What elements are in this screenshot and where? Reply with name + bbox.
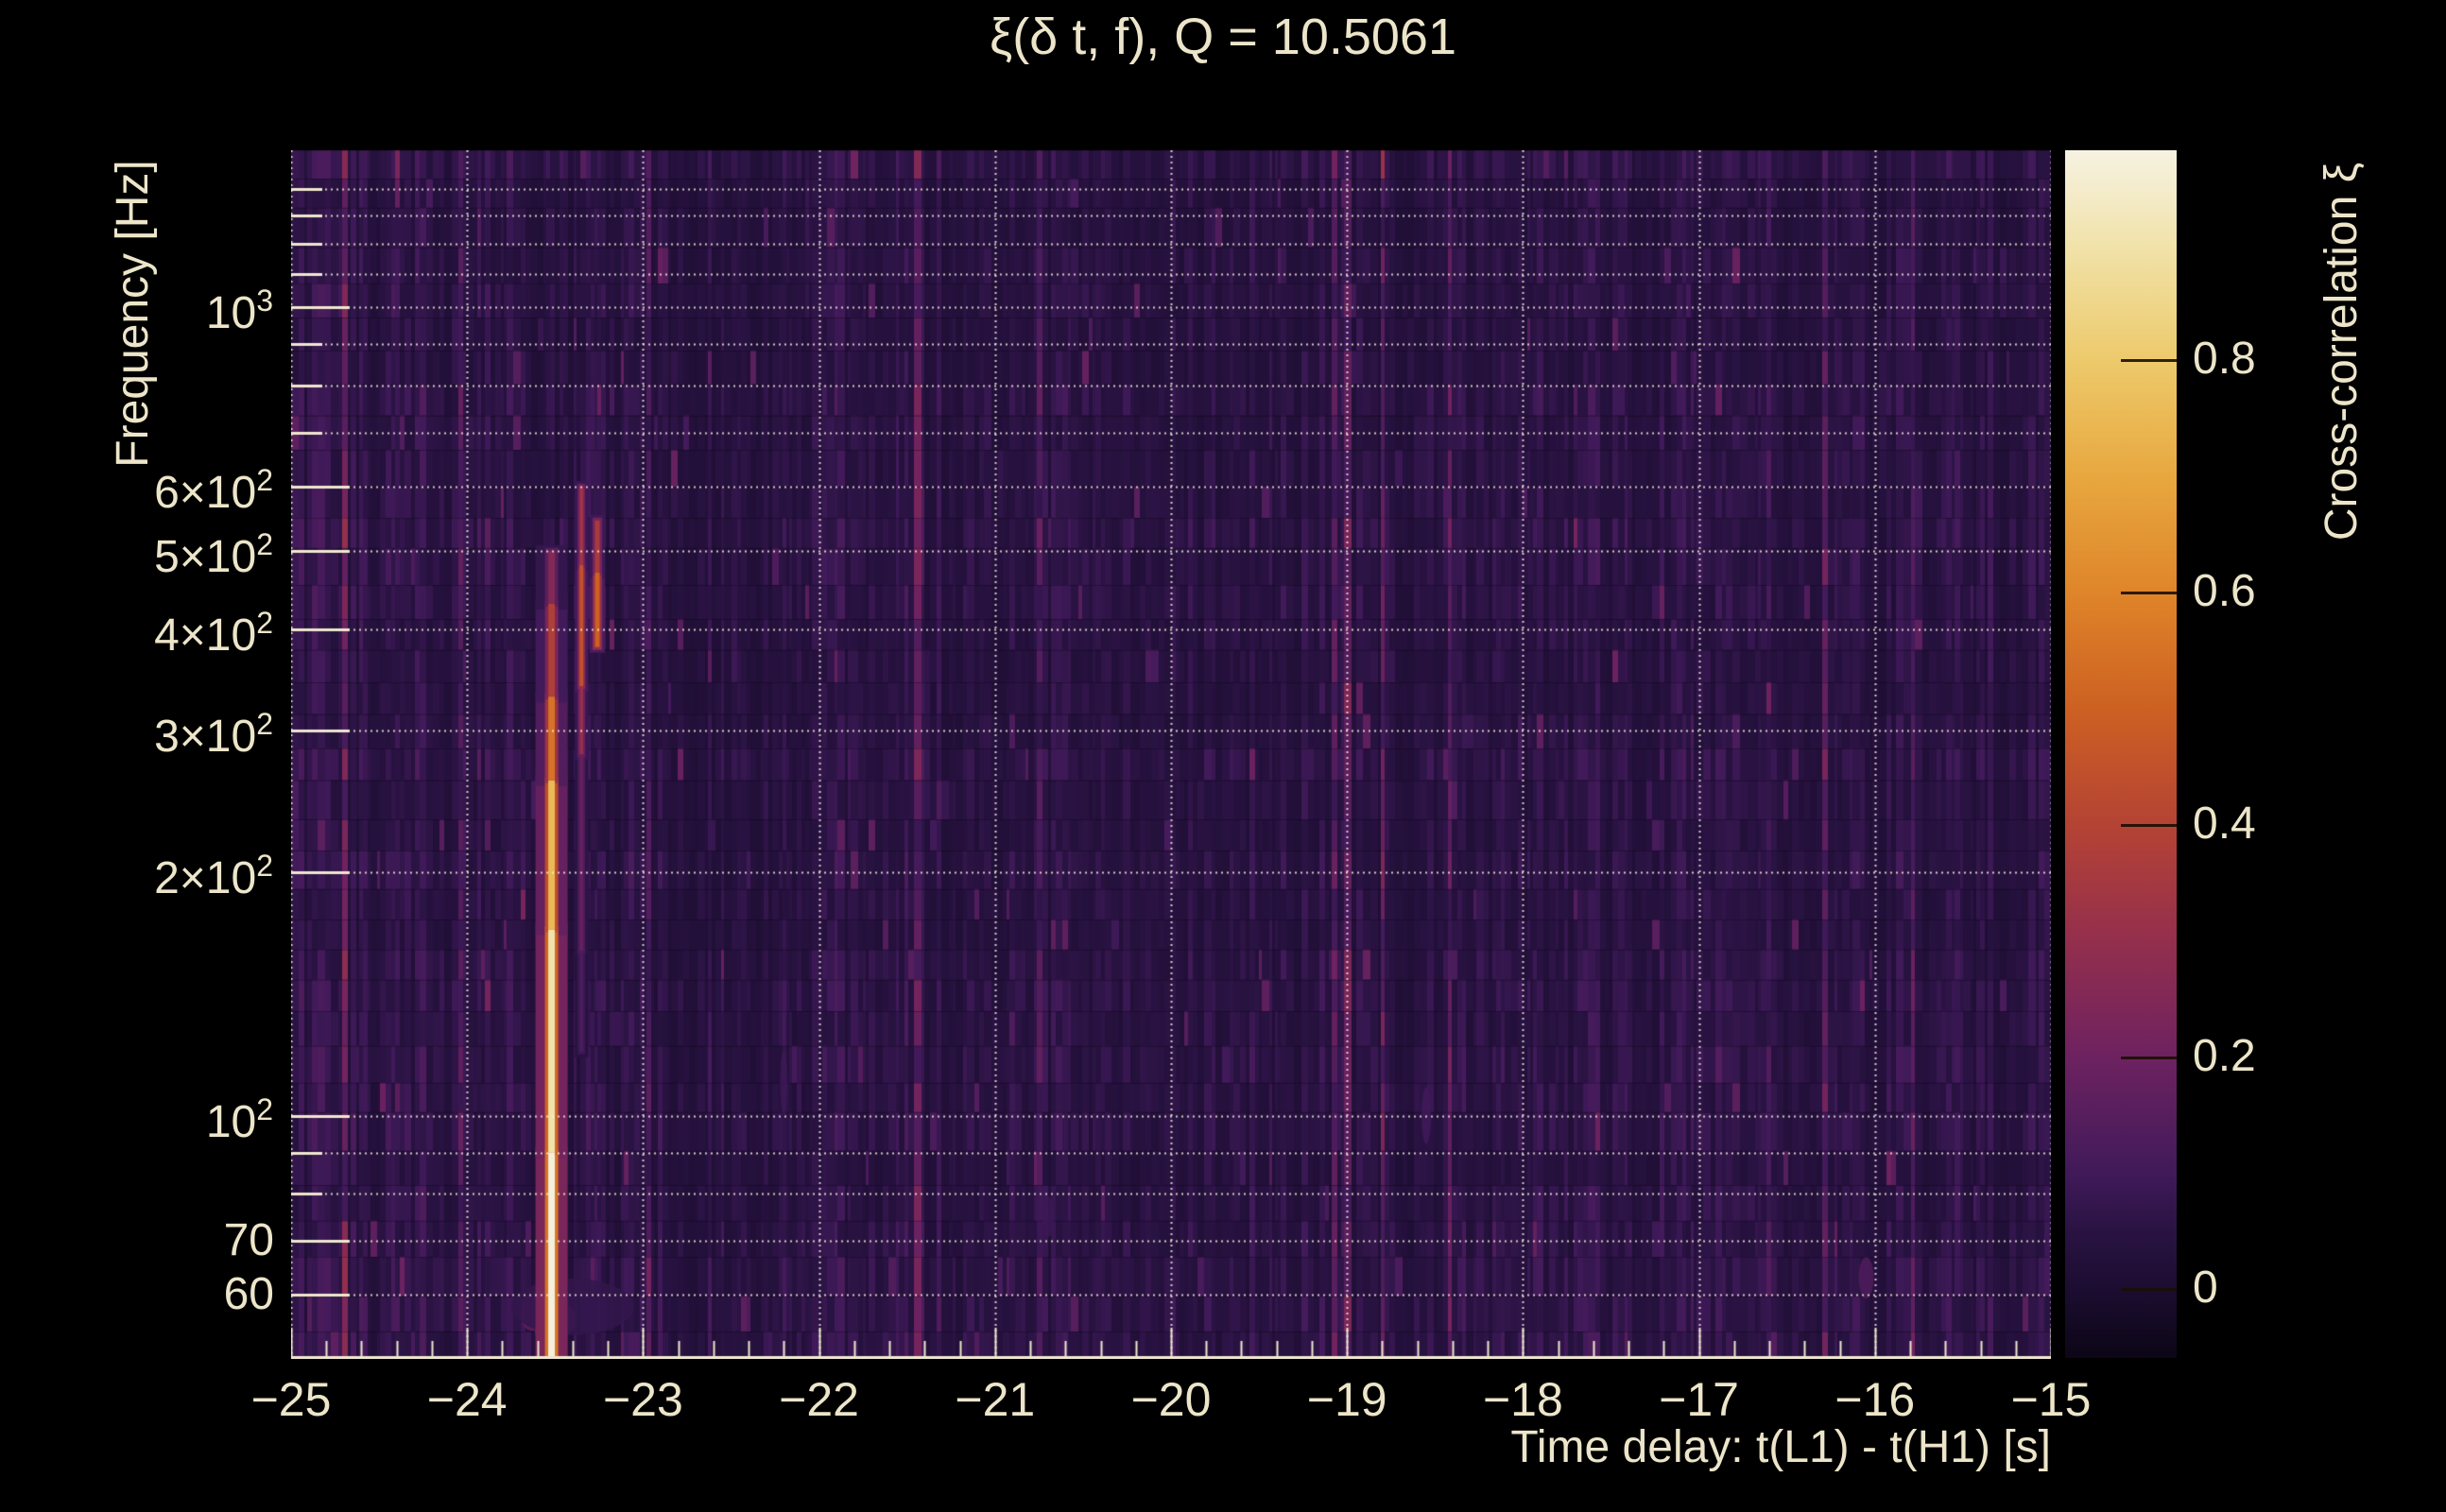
x-tick-label: −15 <box>2010 1373 2092 1426</box>
x-tick-label: −16 <box>1834 1373 1916 1426</box>
plot-area <box>291 150 2051 1359</box>
x-tick-label: −24 <box>426 1373 508 1426</box>
y-tick-label: 70 <box>223 1215 274 1266</box>
colorbar-tick-label: 0.6 <box>2193 565 2256 616</box>
colorbar <box>2065 150 2177 1358</box>
colorbar-tick <box>2121 1057 2177 1059</box>
x-tick-label: −25 <box>250 1373 332 1426</box>
chart-title: ξ(δ t, f), Q = 10.5061 <box>990 9 1456 65</box>
colorbar-title: Cross-correlation ξ <box>2316 162 2367 541</box>
x-axis-title: Time delay: t(L1) - t(H1) [s] <box>1510 1422 2051 1472</box>
x-axis-tick-labels: −25 −24 −23 −22 −21 −20 −19 −18 −17 −16 −15 <box>0 1372 2446 1429</box>
colorbar-tick-label: 0.2 <box>2193 1030 2256 1081</box>
x-tick-label: −23 <box>602 1373 683 1426</box>
y-tick-label: 3×102 <box>154 706 274 762</box>
y-tick-label: 5×102 <box>154 526 274 582</box>
spectrogram-heatmap <box>291 150 2051 1359</box>
y-tick-label: 103 <box>205 284 274 339</box>
y-tick-label: 60 <box>223 1269 274 1320</box>
colorbar-tick <box>2121 824 2177 827</box>
x-tick-label: −18 <box>1482 1373 1563 1426</box>
colorbar-tick-label: 0.8 <box>2193 334 2256 385</box>
colorbar-tick-label: 0.4 <box>2193 798 2256 849</box>
colorbar-tick-label: 0 <box>2193 1263 2218 1314</box>
x-tick-label: −22 <box>779 1373 859 1426</box>
colorbar-tick <box>2121 592 2177 594</box>
y-tick-label: 4×102 <box>154 605 274 661</box>
y-tick-label: 2×102 <box>154 849 274 904</box>
y-tick-label: 6×102 <box>154 463 274 519</box>
y-axis-tick-labels: 103 6×102 5×102 4×102 3×102 2×102 102 70 60 <box>0 0 280 1512</box>
colorbar-tick <box>2121 359 2177 362</box>
x-tick-label: −17 <box>1659 1373 1739 1426</box>
colorbar-tick <box>2121 1288 2177 1291</box>
x-tick-label: −20 <box>1130 1373 1212 1426</box>
x-tick-label: −21 <box>955 1373 1036 1426</box>
x-tick-label: −19 <box>1306 1373 1387 1426</box>
y-tick-label: 102 <box>205 1091 274 1147</box>
